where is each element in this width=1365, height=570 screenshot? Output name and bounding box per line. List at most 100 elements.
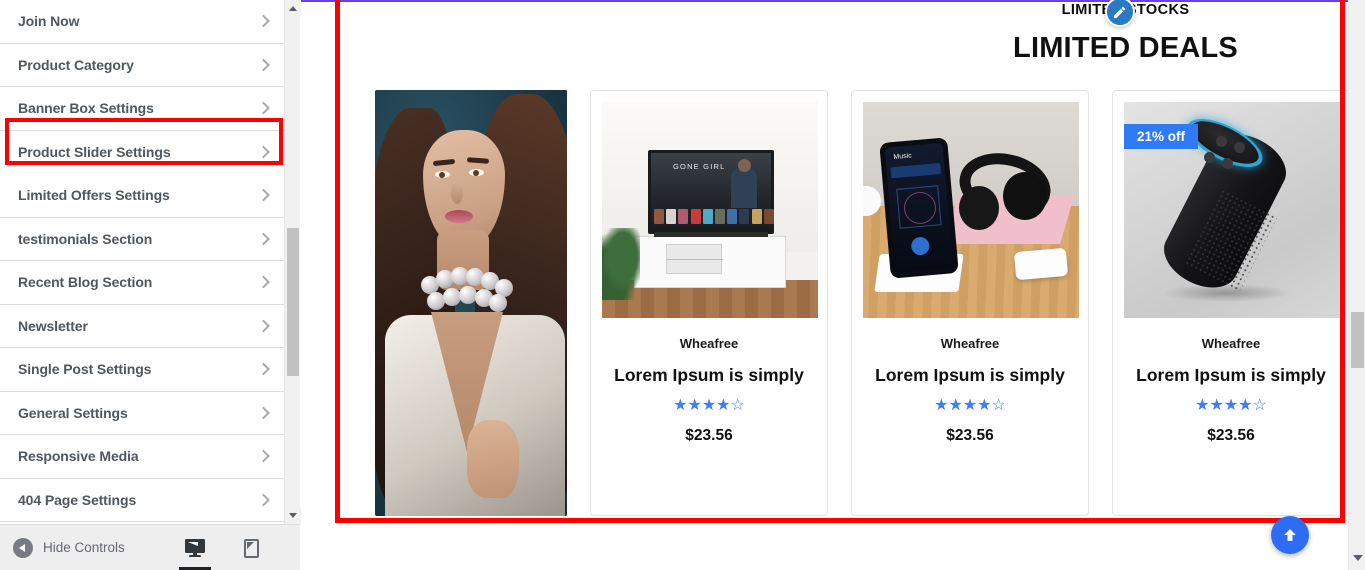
product-vendor: Wheafree (679, 336, 739, 351)
star-empty: ☆ (730, 397, 745, 414)
arrow-up-icon (1284, 529, 1296, 541)
chevron-right-icon (257, 14, 270, 28)
sidebar-item-testimonials-section[interactable]: testimonials Section (0, 217, 284, 261)
product-vendor: Wheafree (1201, 336, 1261, 351)
sidebar-item-label: Recent Blog Section (18, 274, 153, 291)
product-card[interactable]: 21% off Wheafree Lorem Ipsum is simply ★… (1112, 90, 1348, 516)
sidebar-item-general-settings[interactable]: General Settings (0, 391, 284, 435)
sidebar-item-responsive-media[interactable]: Responsive Media (0, 435, 284, 479)
star-filled: ★ (1195, 397, 1210, 414)
phone-headphones-photo: Music (863, 102, 1079, 318)
star-filled: ★ (948, 397, 963, 414)
product-price: $23.56 (685, 427, 733, 444)
star-filled: ★ (1209, 397, 1224, 414)
chevron-right-icon (257, 145, 270, 159)
screen-root: Join Now Product Category Banner Box Set… (0, 0, 1365, 570)
star-filled: ★ (701, 397, 717, 414)
scroll-down-arrow-icon[interactable] (285, 507, 301, 524)
product-rating-stars: ★★★★☆ (1124, 398, 1338, 414)
device-desktop-button[interactable] (178, 525, 212, 570)
product-image[interactable]: GONE GIRL (602, 102, 818, 318)
product-name[interactable]: Lorem Ipsum is simply (602, 365, 816, 386)
collapse-left-icon (13, 537, 33, 558)
sidebar-scrollbar-thumb[interactable] (287, 228, 299, 376)
site-preview-frame: LIMITED STOCKS LIMITED DEALS GONE GIRL W… (301, 0, 1348, 570)
scroll-up-arrow-icon[interactable] (285, 0, 301, 17)
product-price: $23.56 (1207, 427, 1255, 444)
product-image[interactable]: 21% off (1124, 102, 1340, 318)
sidebar-item-label: Newsletter (18, 317, 88, 334)
star-filled: ★ (673, 397, 688, 414)
sidebar-footer: Hide Controls (0, 524, 313, 570)
product-name[interactable]: Lorem Ipsum is simply (1124, 365, 1338, 386)
sidebar-item-label: Responsive Media (18, 448, 139, 465)
sidebar-scrollbar[interactable] (284, 0, 301, 524)
star-filled: ★ (716, 397, 731, 414)
chevron-right-icon (257, 362, 270, 376)
section-title: LIMITED DEALS (1013, 32, 1238, 64)
sidebar-item-recent-blog-section[interactable]: Recent Blog Section (0, 261, 284, 305)
star-filled: ★ (687, 397, 702, 414)
sidebar-item-label: 404 Page Settings (18, 491, 137, 508)
product-name[interactable]: Lorem Ipsum is simply (863, 365, 1077, 386)
chevron-right-icon (257, 232, 270, 246)
sidebar-item-label: Product Category (18, 56, 134, 73)
sidebar-item-product-category[interactable]: Product Category (0, 43, 284, 87)
sidebar-item-single-post-settings[interactable]: Single Post Settings (0, 348, 284, 392)
sidebar-item-label: Single Post Settings (18, 361, 152, 378)
chevron-right-icon (257, 58, 270, 72)
scroll-down-arrow-icon[interactable] (1349, 550, 1365, 566)
product-card[interactable]: Music Wheafree Lorem Ipsum is simply ★★★ (851, 90, 1089, 516)
sidebar-item-newsletter[interactable]: Newsletter (0, 304, 284, 348)
limited-deals-section-header: LIMITED STOCKS LIMITED DEALS (602, 0, 1348, 65)
sidebar-item-label: Banner Box Settings (18, 100, 154, 117)
hide-controls-button[interactable]: Hide Controls (13, 537, 125, 558)
product-rating-stars: ★★★★☆ (863, 398, 1077, 414)
section-subtitle-wrap: LIMITED STOCKS (602, 0, 1348, 27)
browser-scrollbar[interactable] (1348, 0, 1365, 570)
star-empty: ☆ (1252, 397, 1267, 414)
chevron-right-icon (257, 188, 270, 202)
chevron-right-icon (257, 275, 270, 289)
scroll-to-top-button[interactable] (1271, 516, 1309, 554)
chevron-right-icon (257, 449, 270, 463)
star-filled: ★ (977, 397, 992, 414)
customizer-sidebar: Join Now Product Category Banner Box Set… (0, 0, 313, 570)
sidebar-item-banner-box-settings[interactable]: Banner Box Settings (0, 87, 284, 131)
sidebar-item-label: testimonials Section (18, 230, 153, 247)
hide-controls-label: Hide Controls (43, 540, 125, 555)
sidebar-item-join-now[interactable]: Join Now (0, 0, 284, 44)
chevron-right-icon (257, 493, 270, 507)
desktop-icon (185, 539, 205, 557)
chevron-right-icon (257, 319, 270, 333)
star-filled: ★ (1238, 397, 1253, 414)
tablet-icon (243, 538, 259, 558)
star-filled: ★ (934, 397, 949, 414)
woman-portrait-photo (375, 90, 567, 516)
sidebar-item-label: Limited Offers Settings (18, 187, 170, 204)
device-tablet-button[interactable] (234, 525, 268, 570)
sidebar-item-label: Join Now (18, 13, 80, 30)
product-image[interactable]: Music (863, 102, 1079, 318)
star-empty: ☆ (991, 397, 1006, 414)
star-filled: ★ (962, 397, 978, 414)
sidebar-menu-list: Join Now Product Category Banner Box Set… (0, 0, 284, 524)
sidebar-item-label: General Settings (18, 404, 128, 421)
browser-scrollbar-thumb[interactable] (1351, 312, 1364, 368)
sidebar-item-label: Product Slider Settings (18, 143, 171, 160)
tv-console-photo: GONE GIRL (602, 102, 818, 318)
sidebar-item-limited-offers-settings[interactable]: Limited Offers Settings (0, 174, 284, 218)
hero-product-image[interactable] (375, 90, 567, 516)
pencil-edit-icon[interactable] (1104, 0, 1135, 27)
star-filled: ★ (1223, 397, 1239, 414)
product-price: $23.56 (946, 427, 994, 444)
product-vendor: Wheafree (940, 336, 1000, 351)
product-rating-stars: ★★★★☆ (602, 398, 816, 414)
discount-badge: 21% off (1124, 124, 1199, 149)
product-grid: GONE GIRL Wheafree Lorem Ipsum is simply… (301, 90, 1348, 516)
product-card[interactable]: GONE GIRL Wheafree Lorem Ipsum is simply… (590, 90, 828, 516)
chevron-right-icon (257, 101, 270, 115)
sidebar-item-product-slider-settings[interactable]: Product Slider Settings (0, 130, 284, 174)
sidebar-item-404-page-settings[interactable]: 404 Page Settings (0, 478, 284, 522)
chevron-right-icon (257, 406, 270, 420)
